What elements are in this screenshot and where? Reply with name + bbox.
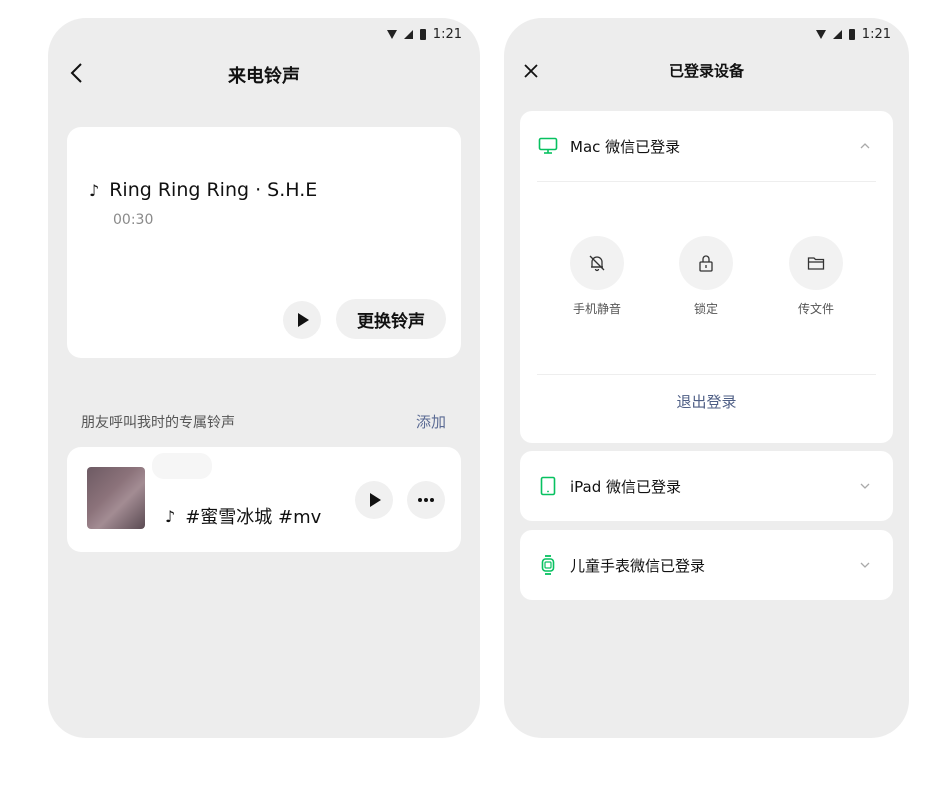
device-header-mac[interactable]: Mac 微信已登录: [520, 111, 893, 181]
blurred-name: [152, 453, 212, 479]
friend-song-title: #蜜雪冰城 #mv: [185, 507, 322, 528]
device-card-ipad: iPad 微信已登录: [520, 451, 893, 521]
status-bar: 1:21: [815, 24, 891, 44]
action-label: 传文件: [797, 302, 834, 316]
watch-icon: [541, 555, 555, 575]
music-note-icon: ♪: [89, 180, 100, 200]
battery-icon: [848, 28, 855, 40]
ringtone-duration: 00:30: [113, 212, 154, 228]
wifi-icon: [815, 29, 826, 39]
ringtone-name: Ring Ring Ring · S.H.E: [109, 179, 318, 201]
play-icon: [298, 313, 309, 327]
music-note-icon: ♪: [165, 506, 176, 526]
chevron-down-icon: [860, 562, 870, 568]
friend-ringtone-card: ♪ #蜜雪冰城 #mv: [67, 447, 461, 552]
folder-icon: [807, 257, 825, 270]
chevron-down-icon: [860, 483, 870, 489]
play-button[interactable]: [283, 301, 321, 339]
ringtone-title: ♪ Ring Ring Ring · S.H.E: [89, 179, 317, 201]
action-label: 锁定: [693, 302, 718, 316]
lock-icon: [699, 255, 713, 272]
more-button[interactable]: [407, 481, 445, 519]
status-bar: 1:21: [386, 24, 462, 44]
logout-button[interactable]: 退出登录: [520, 391, 893, 412]
logged-in-devices-screen: 1:21 已登录设备 Mac 微信已登录 手机静音 锁定 传文件 退出登录 iP…: [504, 18, 909, 738]
page-title: 来电铃声: [228, 66, 300, 87]
add-button[interactable]: 添加: [416, 411, 446, 432]
status-time: 1:21: [432, 26, 462, 42]
wifi-icon: [386, 29, 397, 39]
device-card-watch: 儿童手表微信已登录: [520, 530, 893, 600]
bell-off-icon: [589, 255, 605, 272]
friends-section-label: 朋友呼叫我时的专属铃声: [81, 415, 235, 431]
device-card-mac: Mac 微信已登录 手机静音 锁定 传文件 退出登录: [520, 111, 893, 443]
device-name: Mac 微信已登录: [570, 137, 681, 156]
device-name: iPad 微信已登录: [570, 477, 682, 496]
tablet-icon: [540, 476, 556, 496]
play-icon: [370, 493, 381, 507]
action-label: 手机静音: [572, 302, 621, 316]
nav-bar: 已登录设备: [504, 54, 909, 94]
avatar: [87, 467, 145, 529]
action-circle: [679, 236, 733, 290]
friend-play-button[interactable]: [355, 481, 393, 519]
ringtone-screen: 1:21 来电铃声 ♪ Ring Ring Ring · S.H.E 00:30…: [48, 18, 480, 738]
page-title: 已登录设备: [668, 62, 744, 80]
signal-icon: [832, 29, 842, 39]
signal-icon: [403, 29, 413, 39]
mute-phone-action[interactable]: 手机静音: [557, 236, 637, 317]
device-header-ipad[interactable]: iPad 微信已登录: [520, 451, 893, 521]
nav-bar: 来电铃声: [48, 54, 480, 94]
device-header-watch[interactable]: 儿童手表微信已登录: [520, 530, 893, 600]
monitor-icon: [538, 137, 558, 154]
divider: [537, 374, 876, 375]
device-name: 儿童手表微信已登录: [570, 556, 706, 575]
status-time: 1:21: [861, 26, 891, 42]
chevron-up-icon: [860, 143, 870, 149]
change-ringtone-button[interactable]: 更换铃声: [336, 299, 446, 339]
divider: [537, 181, 876, 182]
current-ringtone-card: ♪ Ring Ring Ring · S.H.E 00:30 更换铃声: [67, 127, 461, 358]
action-circle: [789, 236, 843, 290]
send-file-action[interactable]: 传文件: [776, 236, 856, 317]
battery-icon: [419, 28, 426, 40]
lock-action[interactable]: 锁定: [666, 236, 746, 317]
more-icon: [418, 498, 434, 502]
action-circle: [570, 236, 624, 290]
friend-song: ♪ #蜜雪冰城 #mv: [165, 503, 321, 529]
